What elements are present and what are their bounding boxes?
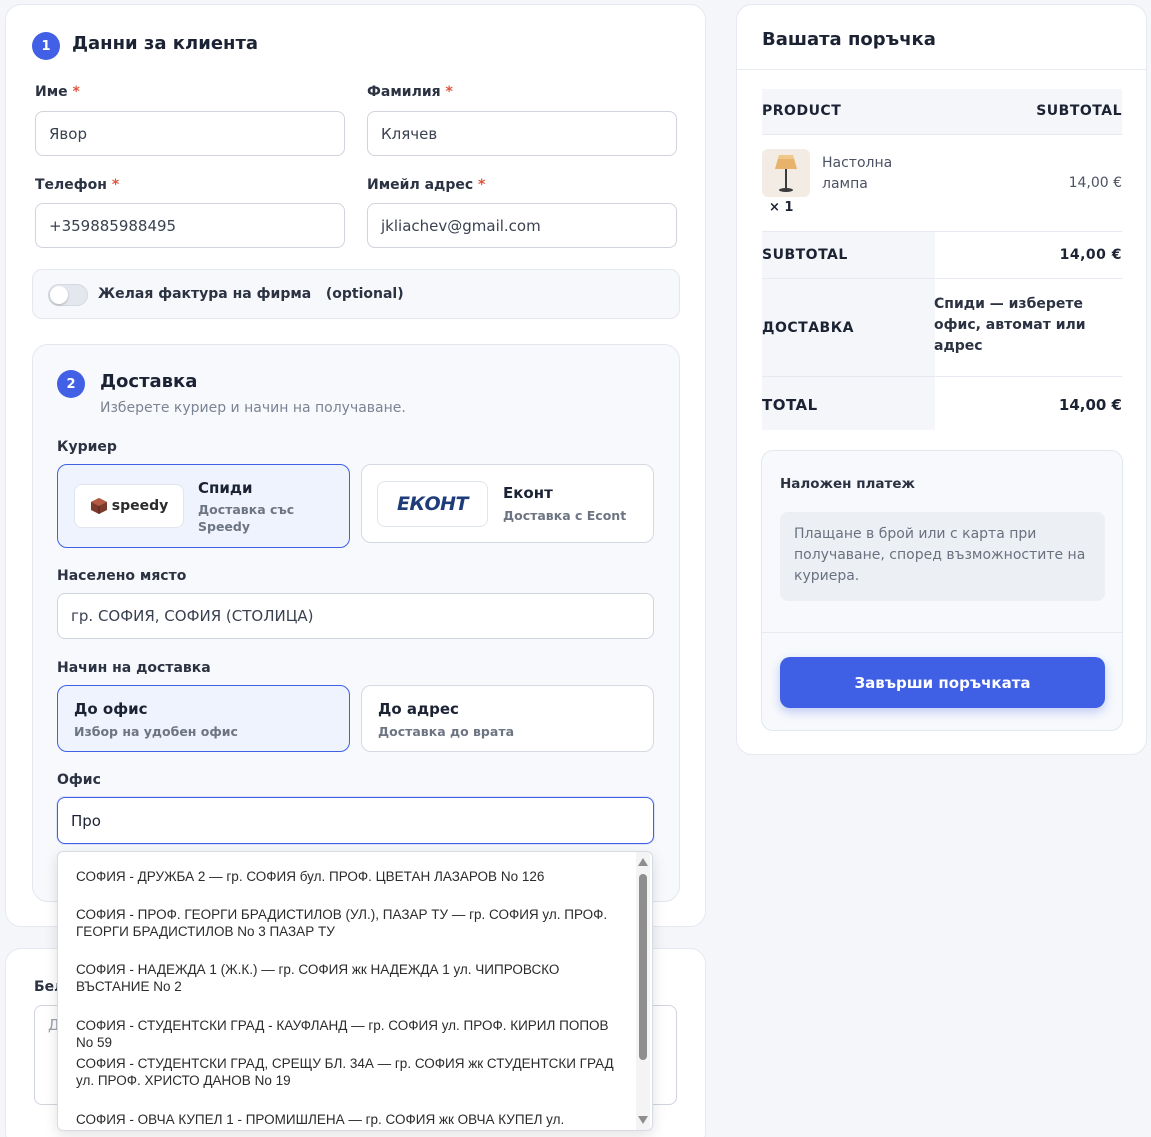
office-suggestion[interactable]: СОФИЯ - ПРОФ. ГЕОРГИ БРАДИСТИЛОВ (УЛ.), … xyxy=(76,906,621,940)
product-thumbnail[interactable] xyxy=(762,149,810,197)
econt-logo-text: ЕКОНТ xyxy=(396,493,469,515)
first-name-field[interactable]: Явор xyxy=(35,111,345,156)
first-name-label: Име * xyxy=(35,84,80,100)
office-suggestion[interactable]: СОФИЯ - ОВЧА КУПЕЛ 1 - ПРОМИШЛЕНА — гр. … xyxy=(76,1111,621,1128)
order-title: Вашата поръчка xyxy=(762,29,936,50)
phone-field[interactable]: +359885988495 xyxy=(35,203,345,248)
step-badge-1: 1 xyxy=(32,32,60,60)
courier-name-econt: Еконт xyxy=(503,484,553,502)
toggle-knob xyxy=(50,286,68,304)
courier-name-speedy: Спиди xyxy=(198,479,253,497)
office-suggestion[interactable]: СОФИЯ - СТУДЕНТСКИ ГРАД - КАУФЛАНД — гр.… xyxy=(76,1017,621,1051)
office-search-input[interactable]: Про xyxy=(57,797,654,844)
total-label: TOTAL xyxy=(762,396,818,414)
method-option-office[interactable]: До офис Избор на удобен офис xyxy=(57,685,350,752)
method-name-address: До адрес xyxy=(378,700,459,718)
shipping-label: ДОСТАВКА xyxy=(762,320,854,336)
phone-label: Телефон * xyxy=(35,177,120,193)
total-value: 14,00 € xyxy=(1058,396,1122,414)
courier-option-econt[interactable]: ЕКОНТ Еконт Доставка с Econt xyxy=(361,464,654,543)
shipping-value: Спиди — изберете офис, автомат или адрес xyxy=(934,296,1086,354)
customer-section-title: Данни за клиента xyxy=(72,33,259,54)
payment-box: Наложен платеж Плащане в брой или с карт… xyxy=(761,450,1123,731)
product-price: 14,00 € xyxy=(1068,175,1122,191)
method-sub-office: Избор на удобен офис xyxy=(74,724,238,739)
city-label: Населено място xyxy=(57,568,187,584)
city-field[interactable]: гр. СОФИЯ, СОФИЯ (СТОЛИЦА) xyxy=(57,593,654,639)
office-label: Офис xyxy=(57,772,101,788)
delivery-section-title: Доставка xyxy=(100,371,198,392)
method-sub-address: Доставка до врата xyxy=(378,724,514,739)
product-name[interactable]: Настолна лампа xyxy=(822,153,892,195)
office-suggestion[interactable]: СОФИЯ - НАДЕЖДА 1 (Ж.К.) — гр. СОФИЯ жк … xyxy=(76,961,621,995)
invoice-label: Желая фактура на фирма (optional) xyxy=(98,286,404,302)
invoice-toggle-row: Желая фактура на фирма (optional) xyxy=(32,269,680,319)
product-qty: × 1 xyxy=(769,200,794,215)
courier-sub-speedy: Доставка със Speedy xyxy=(198,502,295,534)
customer-card: 1 Данни за клиента Име * Явор Фамилия * … xyxy=(5,4,706,927)
delivery-subtitle: Изберете куриер и начин на получаване. xyxy=(100,400,406,416)
office-suggestion[interactable]: СОФИЯ - СТУДЕНТСКИ ГРАД, СРЕЩУ БЛ. 34А —… xyxy=(76,1055,621,1089)
step-badge-2: 2 xyxy=(57,370,85,398)
order-summary-card: Вашата поръчка PRODUCT SUBTOTAL Настолна… xyxy=(736,4,1147,755)
delivery-method-label: Начин на доставка xyxy=(57,660,211,676)
method-option-address[interactable]: До адрес Доставка до врата xyxy=(361,685,654,752)
email-label: Имейл адрес * xyxy=(367,177,486,193)
place-order-button[interactable]: Завърши поръчката xyxy=(780,657,1105,708)
courier-sub-econt: Доставка с Econt xyxy=(503,508,627,523)
subtotal-label: SUBTOTAL xyxy=(762,247,848,263)
courier-option-speedy[interactable]: speedy Спиди Доставка със Speedy xyxy=(57,464,350,548)
speedy-logo: speedy xyxy=(74,484,184,528)
lamp-icon xyxy=(775,155,797,192)
email-field[interactable]: jkliachev@gmail.com xyxy=(367,203,677,248)
scroll-up-icon[interactable] xyxy=(637,857,649,867)
scroll-thumb[interactable] xyxy=(639,874,647,1060)
speedy-box-icon xyxy=(90,498,107,514)
method-name-office: До офис xyxy=(74,700,148,718)
last-name-label: Фамилия * xyxy=(367,84,453,100)
last-name-field[interactable]: Клячев xyxy=(367,111,677,156)
payment-method-title: Наложен платеж xyxy=(780,476,915,492)
payment-note: Плащане в брой или с карта при получаван… xyxy=(780,512,1105,601)
col-product: PRODUCT xyxy=(762,103,842,119)
subtotal-value: 14,00 € xyxy=(1059,247,1122,263)
col-subtotal: SUBTOTAL xyxy=(1036,103,1122,119)
scroll-down-icon[interactable] xyxy=(637,1115,649,1125)
invoice-toggle[interactable] xyxy=(48,284,88,306)
delivery-section: 2 Доставка Изберете куриер и начин на по… xyxy=(32,344,680,902)
courier-label: Куриер xyxy=(57,439,117,455)
econt-logo: ЕКОНТ xyxy=(377,481,488,527)
dropdown-scrollbar[interactable] xyxy=(636,852,650,1130)
office-suggestion[interactable]: СОФИЯ - ДРУЖБА 2 — гр. СОФИЯ бул. ПРОФ. … xyxy=(76,868,621,885)
office-suggestions-dropdown: СОФИЯ - ДРУЖБА 2 — гр. СОФИЯ бул. ПРОФ. … xyxy=(57,851,653,1131)
speedy-logo-text: speedy xyxy=(111,498,169,514)
